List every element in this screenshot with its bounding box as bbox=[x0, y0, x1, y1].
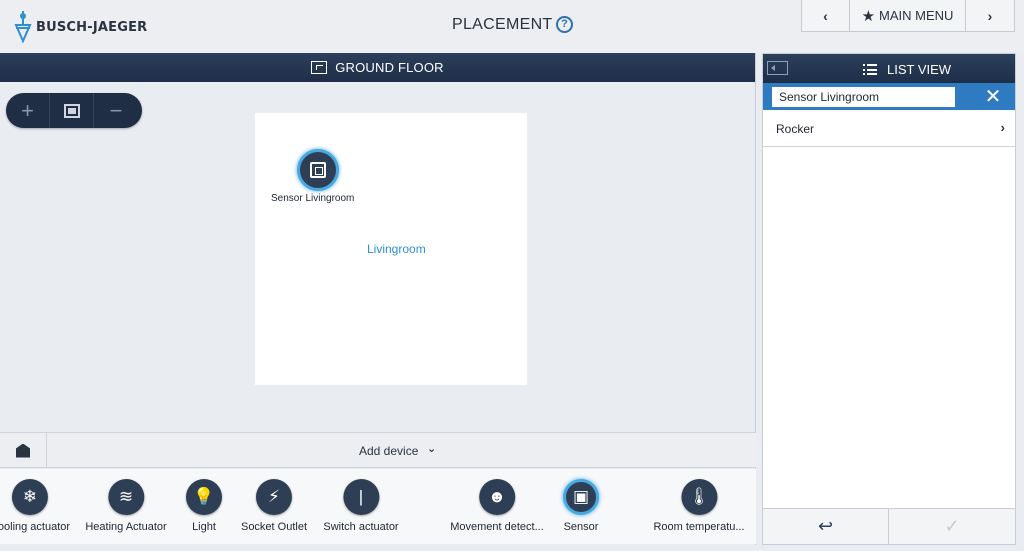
home-button[interactable] bbox=[0, 433, 47, 468]
palette-device-label: Switch actuator bbox=[323, 521, 399, 533]
sensor-icon: ▣ bbox=[563, 479, 599, 515]
zoom-out-button[interactable]: − bbox=[94, 93, 138, 128]
clear-search-button[interactable]: ✕ bbox=[969, 83, 1017, 110]
chevron-right-icon: › bbox=[1000, 120, 1005, 135]
list-view-title: LIST VIEW bbox=[863, 62, 951, 77]
chevron-left-icon: ‹ bbox=[823, 7, 828, 24]
add-device-toggle[interactable]: Add device bbox=[359, 444, 418, 458]
list-icon bbox=[863, 64, 877, 75]
list-item[interactable]: Rocker › bbox=[763, 110, 1015, 147]
palette-device[interactable]: ☻ Movement detect... bbox=[450, 479, 544, 533]
palette-device-label: Heating Actuator bbox=[85, 521, 167, 533]
movement-icon: ☻ bbox=[478, 479, 515, 515]
fit-to-screen-icon bbox=[63, 103, 80, 118]
zoom-in-button[interactable]: + bbox=[6, 93, 50, 128]
star-icon: ★ bbox=[861, 7, 876, 25]
palette-device[interactable]: 🌡 Room temperatu... bbox=[653, 479, 745, 533]
chevron-down-icon[interactable]: ⌄ bbox=[427, 442, 436, 455]
palette-device[interactable]: ⚡ Socket Outlet bbox=[241, 479, 307, 533]
top-bar: BUSCH-JAEGER PLACEMENT ? ‹ ★ MAIN MENU › bbox=[0, 0, 1024, 53]
list-title-text: LIST VIEW bbox=[887, 62, 952, 77]
confirm-button[interactable]: ✓ bbox=[889, 509, 1015, 544]
back-button[interactable]: ↩ bbox=[763, 509, 889, 544]
thermometer-icon: 🌡 bbox=[681, 479, 717, 515]
palette-device-label: Movement detect... bbox=[450, 521, 544, 533]
search-input[interactable] bbox=[772, 87, 955, 107]
zoom-fit-button[interactable] bbox=[50, 93, 94, 128]
palette-device[interactable]: ❄ Cooling actuator bbox=[0, 479, 70, 533]
help-icon[interactable]: ? bbox=[556, 16, 573, 33]
palette-device-label: Socket Outlet bbox=[240, 521, 308, 533]
top-navigation: ‹ ★ MAIN MENU › bbox=[801, 0, 1015, 32]
palette-device-label: Sensor bbox=[563, 521, 599, 533]
palette-device[interactable]: ▣ Sensor bbox=[563, 479, 599, 533]
checkmark-icon: ✓ bbox=[944, 516, 960, 536]
list-header: LIST VIEW bbox=[763, 54, 1015, 83]
back-arrow-icon: ↩ bbox=[817, 516, 834, 536]
switch-icon: | bbox=[342, 479, 379, 515]
sensor-icon bbox=[310, 162, 326, 178]
device-palette: ❄ Cooling actuator ≋ Heating Actuator 💡 Light… bbox=[0, 469, 756, 544]
next-button[interactable]: › bbox=[966, 0, 1014, 31]
palette-device[interactable]: | Switch actuator bbox=[323, 479, 399, 533]
palette-device[interactable]: ≋ Heating Actuator bbox=[85, 479, 167, 533]
room-label: Livingroom bbox=[367, 242, 426, 256]
brand-logo-icon bbox=[14, 11, 32, 43]
brand-logo: BUSCH-JAEGER bbox=[14, 10, 147, 44]
snowflake-icon: ❄ bbox=[11, 479, 48, 515]
brand-name: BUSCH-JAEGER bbox=[36, 19, 148, 35]
socket-icon: ⚡ bbox=[255, 479, 292, 515]
bulb-icon: 💡 bbox=[186, 479, 222, 515]
palette-device-label: Room temperatu... bbox=[653, 521, 745, 533]
palette-device-label: Cooling actuator bbox=[0, 521, 71, 533]
list-view-panel: LIST VIEW ✕ Rocker › ↩ ✓ bbox=[762, 53, 1016, 545]
floor-header: GROUND FLOOR bbox=[0, 53, 755, 82]
collapse-panel-icon[interactable] bbox=[767, 61, 788, 75]
floor-plan-panel: GROUND FLOOR + − Sensor Livingroom Livin… bbox=[0, 53, 756, 545]
room-livingroom[interactable]: Sensor Livingroom Livingroom bbox=[255, 113, 527, 385]
add-device-bar: Add device ⌄ bbox=[0, 432, 756, 468]
placed-device-label: Sensor Livingroom bbox=[271, 193, 355, 204]
palette-device-label: Light bbox=[192, 521, 216, 533]
list-footer: ↩ ✓ bbox=[763, 508, 1015, 544]
previous-button[interactable]: ‹ bbox=[802, 0, 850, 31]
floor-plan-icon bbox=[311, 61, 328, 74]
palette-device[interactable]: 💡 Light bbox=[186, 479, 222, 533]
search-row: ✕ bbox=[763, 83, 1015, 110]
main-menu-label: MAIN MENU bbox=[879, 8, 954, 23]
home-icon bbox=[16, 443, 30, 458]
page-title: PLACEMENT bbox=[452, 16, 553, 33]
heating-icon: ≋ bbox=[108, 479, 144, 515]
zoom-controls: + − bbox=[6, 93, 142, 128]
main-menu-button[interactable]: ★ MAIN MENU bbox=[850, 0, 966, 31]
list-item-label: Rocker bbox=[776, 122, 815, 136]
placed-device-sensor[interactable] bbox=[297, 149, 339, 191]
chevron-right-icon: › bbox=[987, 7, 993, 24]
floor-title: GROUND FLOOR bbox=[335, 60, 444, 75]
